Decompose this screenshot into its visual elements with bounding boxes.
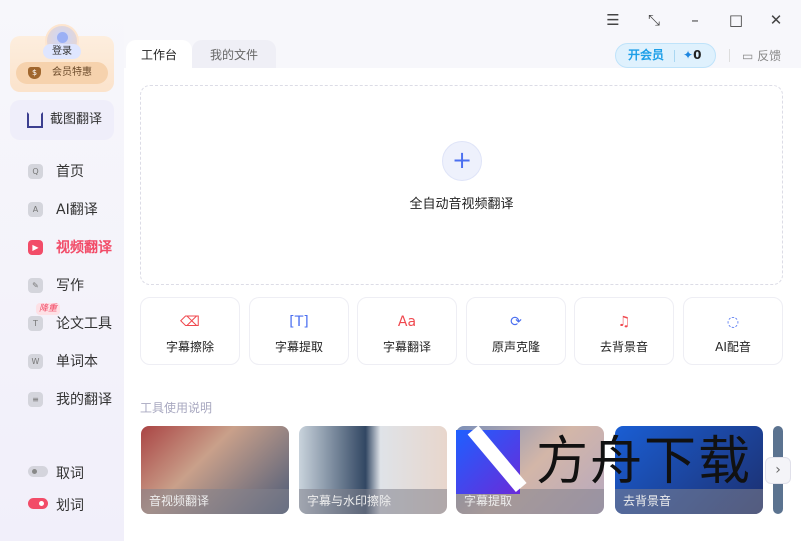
sidebar-item-wordbook[interactable]: W 单词本 xyxy=(28,350,98,374)
menu-icon[interactable]: ☰ xyxy=(603,10,623,30)
eraser-icon: ⌫ xyxy=(180,314,200,330)
tool-voice-clone[interactable]: ⟳ 原声克隆 xyxy=(466,297,566,365)
minimize-icon[interactable]: – xyxy=(685,10,705,30)
select-word-label: 划词 xyxy=(56,498,84,514)
tab-my-files[interactable]: 我的文件 xyxy=(192,40,276,70)
sidebar-item-video-translate[interactable]: ▶ 视频翻译 xyxy=(28,236,112,260)
video-icon: ▶ xyxy=(28,240,43,255)
sidebar-item-writing[interactable]: ✎ 写作 xyxy=(28,274,84,298)
ai-dubbing-icon: ◌ xyxy=(726,314,740,330)
pick-word-label: 取词 xyxy=(56,466,84,482)
tab-workbench[interactable]: 工作台 xyxy=(126,40,192,70)
open-vip-button[interactable]: 开会员 ✦0 xyxy=(615,43,716,68)
nav-label: 写作 xyxy=(56,278,84,294)
add-icon[interactable]: + xyxy=(442,141,482,181)
guide-card[interactable]: 音视频翻译 xyxy=(141,426,289,514)
voice-clone-icon: ⟳ xyxy=(510,314,522,330)
points-value: 0 xyxy=(693,48,702,62)
feedback-button[interactable]: ▭ 反馈 xyxy=(742,47,781,64)
my-translation-icon: ≡ xyxy=(28,392,43,407)
pen-icon: ✎ xyxy=(28,278,43,293)
close-icon[interactable]: ✕ xyxy=(766,10,786,30)
tool-ai-dubbing[interactable]: ◌ AI配音 xyxy=(683,297,783,365)
upload-dropzone[interactable] xyxy=(140,85,783,285)
sidebar-item-ai-translate[interactable]: A AI翻译 xyxy=(28,198,98,222)
pick-word-toggle[interactable] xyxy=(28,466,48,477)
vip-label: 开会员 xyxy=(628,48,665,62)
upload-label: 全自动音视频翻译 xyxy=(409,197,514,212)
divider xyxy=(729,49,730,62)
sidebar-item-home[interactable]: Q 首页 xyxy=(28,160,84,184)
select-word-toggle[interactable] xyxy=(28,498,48,509)
sidebar-item-my-translation[interactable]: ≡ 我的翻译 xyxy=(28,388,112,412)
tool-label: 原声克隆 xyxy=(491,340,540,354)
nav-label: AI翻译 xyxy=(56,202,98,218)
maximize-icon[interactable]: □ xyxy=(726,10,746,30)
nav-label: 我的翻译 xyxy=(56,392,112,408)
subtitle-translate-icon: Aa xyxy=(397,314,417,330)
guide-card-label: 字幕与水印擦除 xyxy=(299,489,447,514)
tool-subtitle-translate[interactable]: Aa 字幕翻译 xyxy=(357,297,457,365)
reduce-duplication-badge: 降重 xyxy=(36,303,61,315)
nav-label: 论文工具 xyxy=(56,316,112,332)
restore-icon[interactable]: ⤡ xyxy=(644,10,664,30)
login-button[interactable]: 登录 xyxy=(43,44,81,59)
tool-remove-bgm[interactable]: ♫ 去背景音 xyxy=(574,297,674,365)
tool-subtitle-erase[interactable]: ⌫ 字幕擦除 xyxy=(140,297,240,365)
tool-subtitle-extract[interactable]: [T] 字幕提取 xyxy=(249,297,349,365)
guide-card-label: 去背景音 xyxy=(615,489,763,514)
tool-label: 字幕擦除 xyxy=(165,340,214,354)
text-extract-icon: [T] xyxy=(289,314,309,330)
crop-icon xyxy=(27,112,43,128)
nav-label: 单词本 xyxy=(56,354,98,370)
sidebar-item-thesis[interactable]: T 论文工具 xyxy=(28,312,112,336)
thesis-icon: T xyxy=(28,316,43,331)
guide-title: 工具使用说明 xyxy=(140,401,213,415)
guide-card-label: 音视频翻译 xyxy=(141,489,289,514)
tool-label: AI配音 xyxy=(715,340,751,354)
crop-translate-button[interactable]: 截图翻译 xyxy=(10,100,114,140)
nav-label: 视频翻译 xyxy=(56,240,112,256)
wordbook-icon: W xyxy=(28,354,43,369)
feedback-icon: ▭ xyxy=(742,49,758,63)
nav-label: 首页 xyxy=(56,164,84,180)
points: ✦0 xyxy=(683,44,701,67)
guide-card[interactable]: 字幕提取 xyxy=(456,426,604,514)
feedback-label: 反馈 xyxy=(757,49,782,63)
tool-label: 去背景音 xyxy=(599,340,648,354)
carousel-next-button[interactable]: › xyxy=(765,457,791,484)
guide-card-label: 字幕提取 xyxy=(456,489,604,514)
tool-label: 字幕提取 xyxy=(274,340,323,354)
ai-translate-icon: A xyxy=(28,202,43,217)
guide-card[interactable]: 去背景音 xyxy=(615,426,763,514)
sparkle-icon: ✦ xyxy=(683,48,694,62)
guide-card[interactable]: 字幕与水印擦除 xyxy=(299,426,447,514)
home-icon: Q xyxy=(28,164,43,179)
tool-label: 字幕翻译 xyxy=(382,340,431,354)
music-off-icon: ♫ xyxy=(617,314,631,330)
